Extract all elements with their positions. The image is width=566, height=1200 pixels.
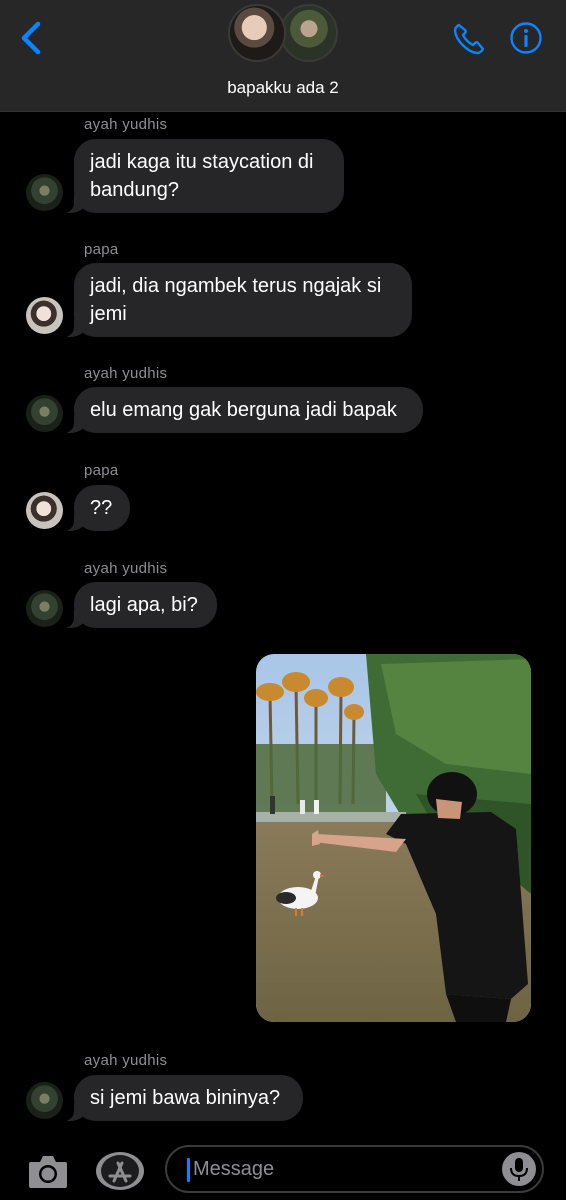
camera-icon[interactable]: [27, 1152, 69, 1190]
sent-photo[interactable]: [256, 654, 531, 1022]
avatar: [228, 4, 286, 62]
sender-name: ayah yudhis: [84, 560, 168, 577]
message-placeholder: Message: [193, 1158, 275, 1180]
message-bubble[interactable]: jadi, dia ngambek terus ngajak si jemi: [64, 263, 412, 337]
microphone-icon[interactable]: [502, 1152, 536, 1186]
message-input[interactable]: Message: [165, 1145, 544, 1193]
app-store-icon[interactable]: [95, 1151, 145, 1191]
avatar[interactable]: [26, 297, 63, 334]
messages-screen: bapakku ada 2 ayah yudhis jadi kaga itu …: [0, 0, 566, 1200]
message-bubble[interactable]: si jemi bawa bininya?: [64, 1075, 303, 1121]
avatar[interactable]: [26, 395, 63, 432]
message-bubble[interactable]: ??: [64, 485, 130, 531]
message-bubble[interactable]: elu emang gak berguna jadi bapak: [64, 387, 423, 433]
phone-icon[interactable]: [452, 22, 486, 56]
sender-name: ayah yudhis: [84, 1052, 168, 1069]
sender-name: ayah yudhis: [84, 116, 168, 133]
message-bubble[interactable]: lagi apa, bi?: [64, 582, 217, 628]
conversation-header: bapakku ada 2: [0, 0, 566, 112]
avatar[interactable]: [26, 1082, 63, 1119]
text-cursor: [187, 1158, 190, 1182]
chevron-left-icon[interactable]: [18, 20, 48, 56]
sender-name: ayah yudhis: [84, 365, 168, 382]
avatar[interactable]: [26, 492, 63, 529]
sender-name: papa: [84, 462, 119, 479]
message-bubble[interactable]: jadi kaga itu staycation di bandung?: [64, 139, 344, 213]
info-icon[interactable]: [509, 21, 543, 55]
avatar[interactable]: [26, 174, 63, 211]
sender-name: papa: [84, 241, 119, 258]
conversation-title[interactable]: bapakku ada 2: [0, 78, 566, 98]
avatar[interactable]: [26, 590, 63, 627]
avatar: [280, 4, 338, 62]
group-avatars[interactable]: [228, 2, 340, 66]
